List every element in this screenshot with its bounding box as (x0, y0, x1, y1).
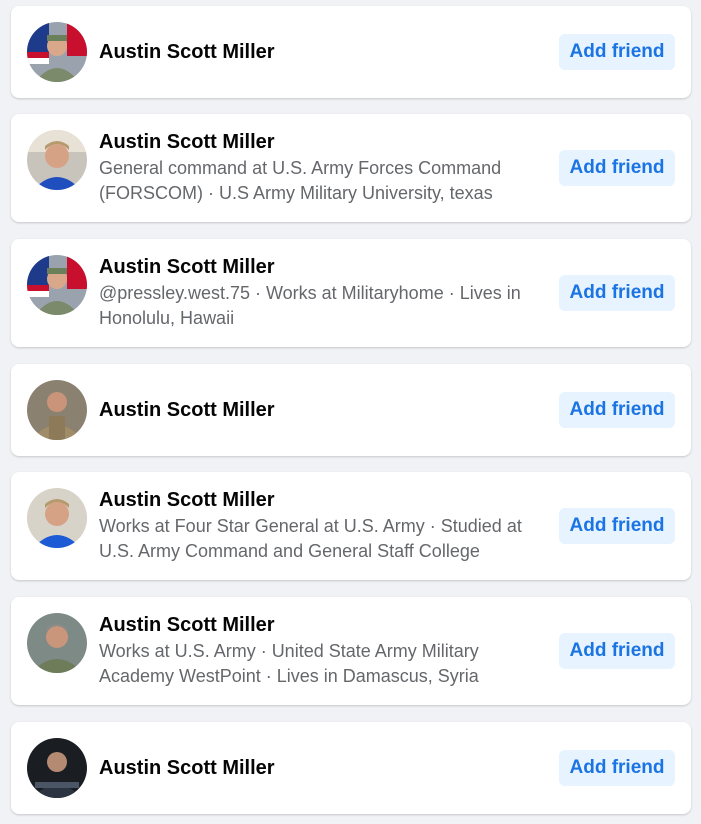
add-friend-button[interactable]: Add friend (559, 150, 675, 186)
add-friend-button[interactable]: Add friend (559, 750, 675, 786)
search-result-card[interactable]: Austin Scott Miller Add friend (11, 364, 691, 456)
add-friend-button[interactable]: Add friend (559, 508, 675, 544)
search-result-card[interactable]: Austin Scott Miller Add friend (11, 6, 691, 98)
profile-details: Works at U.S. Army · United State Army M… (99, 641, 479, 686)
profile-avatar[interactable] (27, 380, 87, 440)
profile-details: @pressley.west.75 · Works at Militaryhom… (99, 283, 521, 328)
add-friend-button[interactable]: Add friend (559, 392, 675, 428)
add-friend-button[interactable]: Add friend (559, 633, 675, 669)
profile-name[interactable]: Austin Scott Miller (99, 488, 539, 513)
search-result-card[interactable]: Austin Scott Miller General command at U… (11, 114, 691, 222)
profile-avatar[interactable] (27, 22, 87, 82)
profile-name[interactable]: Austin Scott Miller (99, 40, 539, 65)
search-result-card[interactable]: Austin Scott Miller Add friend (11, 722, 691, 814)
add-friend-button[interactable]: Add friend (559, 275, 675, 311)
add-friend-button[interactable]: Add friend (559, 34, 675, 70)
profile-name[interactable]: Austin Scott Miller (99, 398, 539, 423)
search-result-card[interactable]: Austin Scott Miller Works at U.S. Army ·… (11, 597, 691, 705)
search-result-card[interactable]: Austin Scott Miller Works at Four Star G… (11, 472, 691, 580)
profile-avatar[interactable] (27, 255, 87, 315)
profile-name[interactable]: Austin Scott Miller (99, 756, 539, 781)
profile-name[interactable]: Austin Scott Miller (99, 613, 539, 638)
profile-details: General command at U.S. Army Forces Comm… (99, 158, 502, 203)
profile-name[interactable]: Austin Scott Miller (99, 255, 539, 280)
profile-avatar[interactable] (27, 738, 87, 798)
search-result-card[interactable]: Austin Scott Miller @pressley.west.75 · … (11, 239, 691, 347)
profile-avatar[interactable] (27, 130, 87, 190)
profile-avatar[interactable] (27, 613, 87, 673)
profile-avatar[interactable] (27, 488, 87, 548)
profile-name[interactable]: Austin Scott Miller (99, 130, 539, 155)
profile-details: Works at Four Star General at U.S. Army … (99, 516, 522, 561)
